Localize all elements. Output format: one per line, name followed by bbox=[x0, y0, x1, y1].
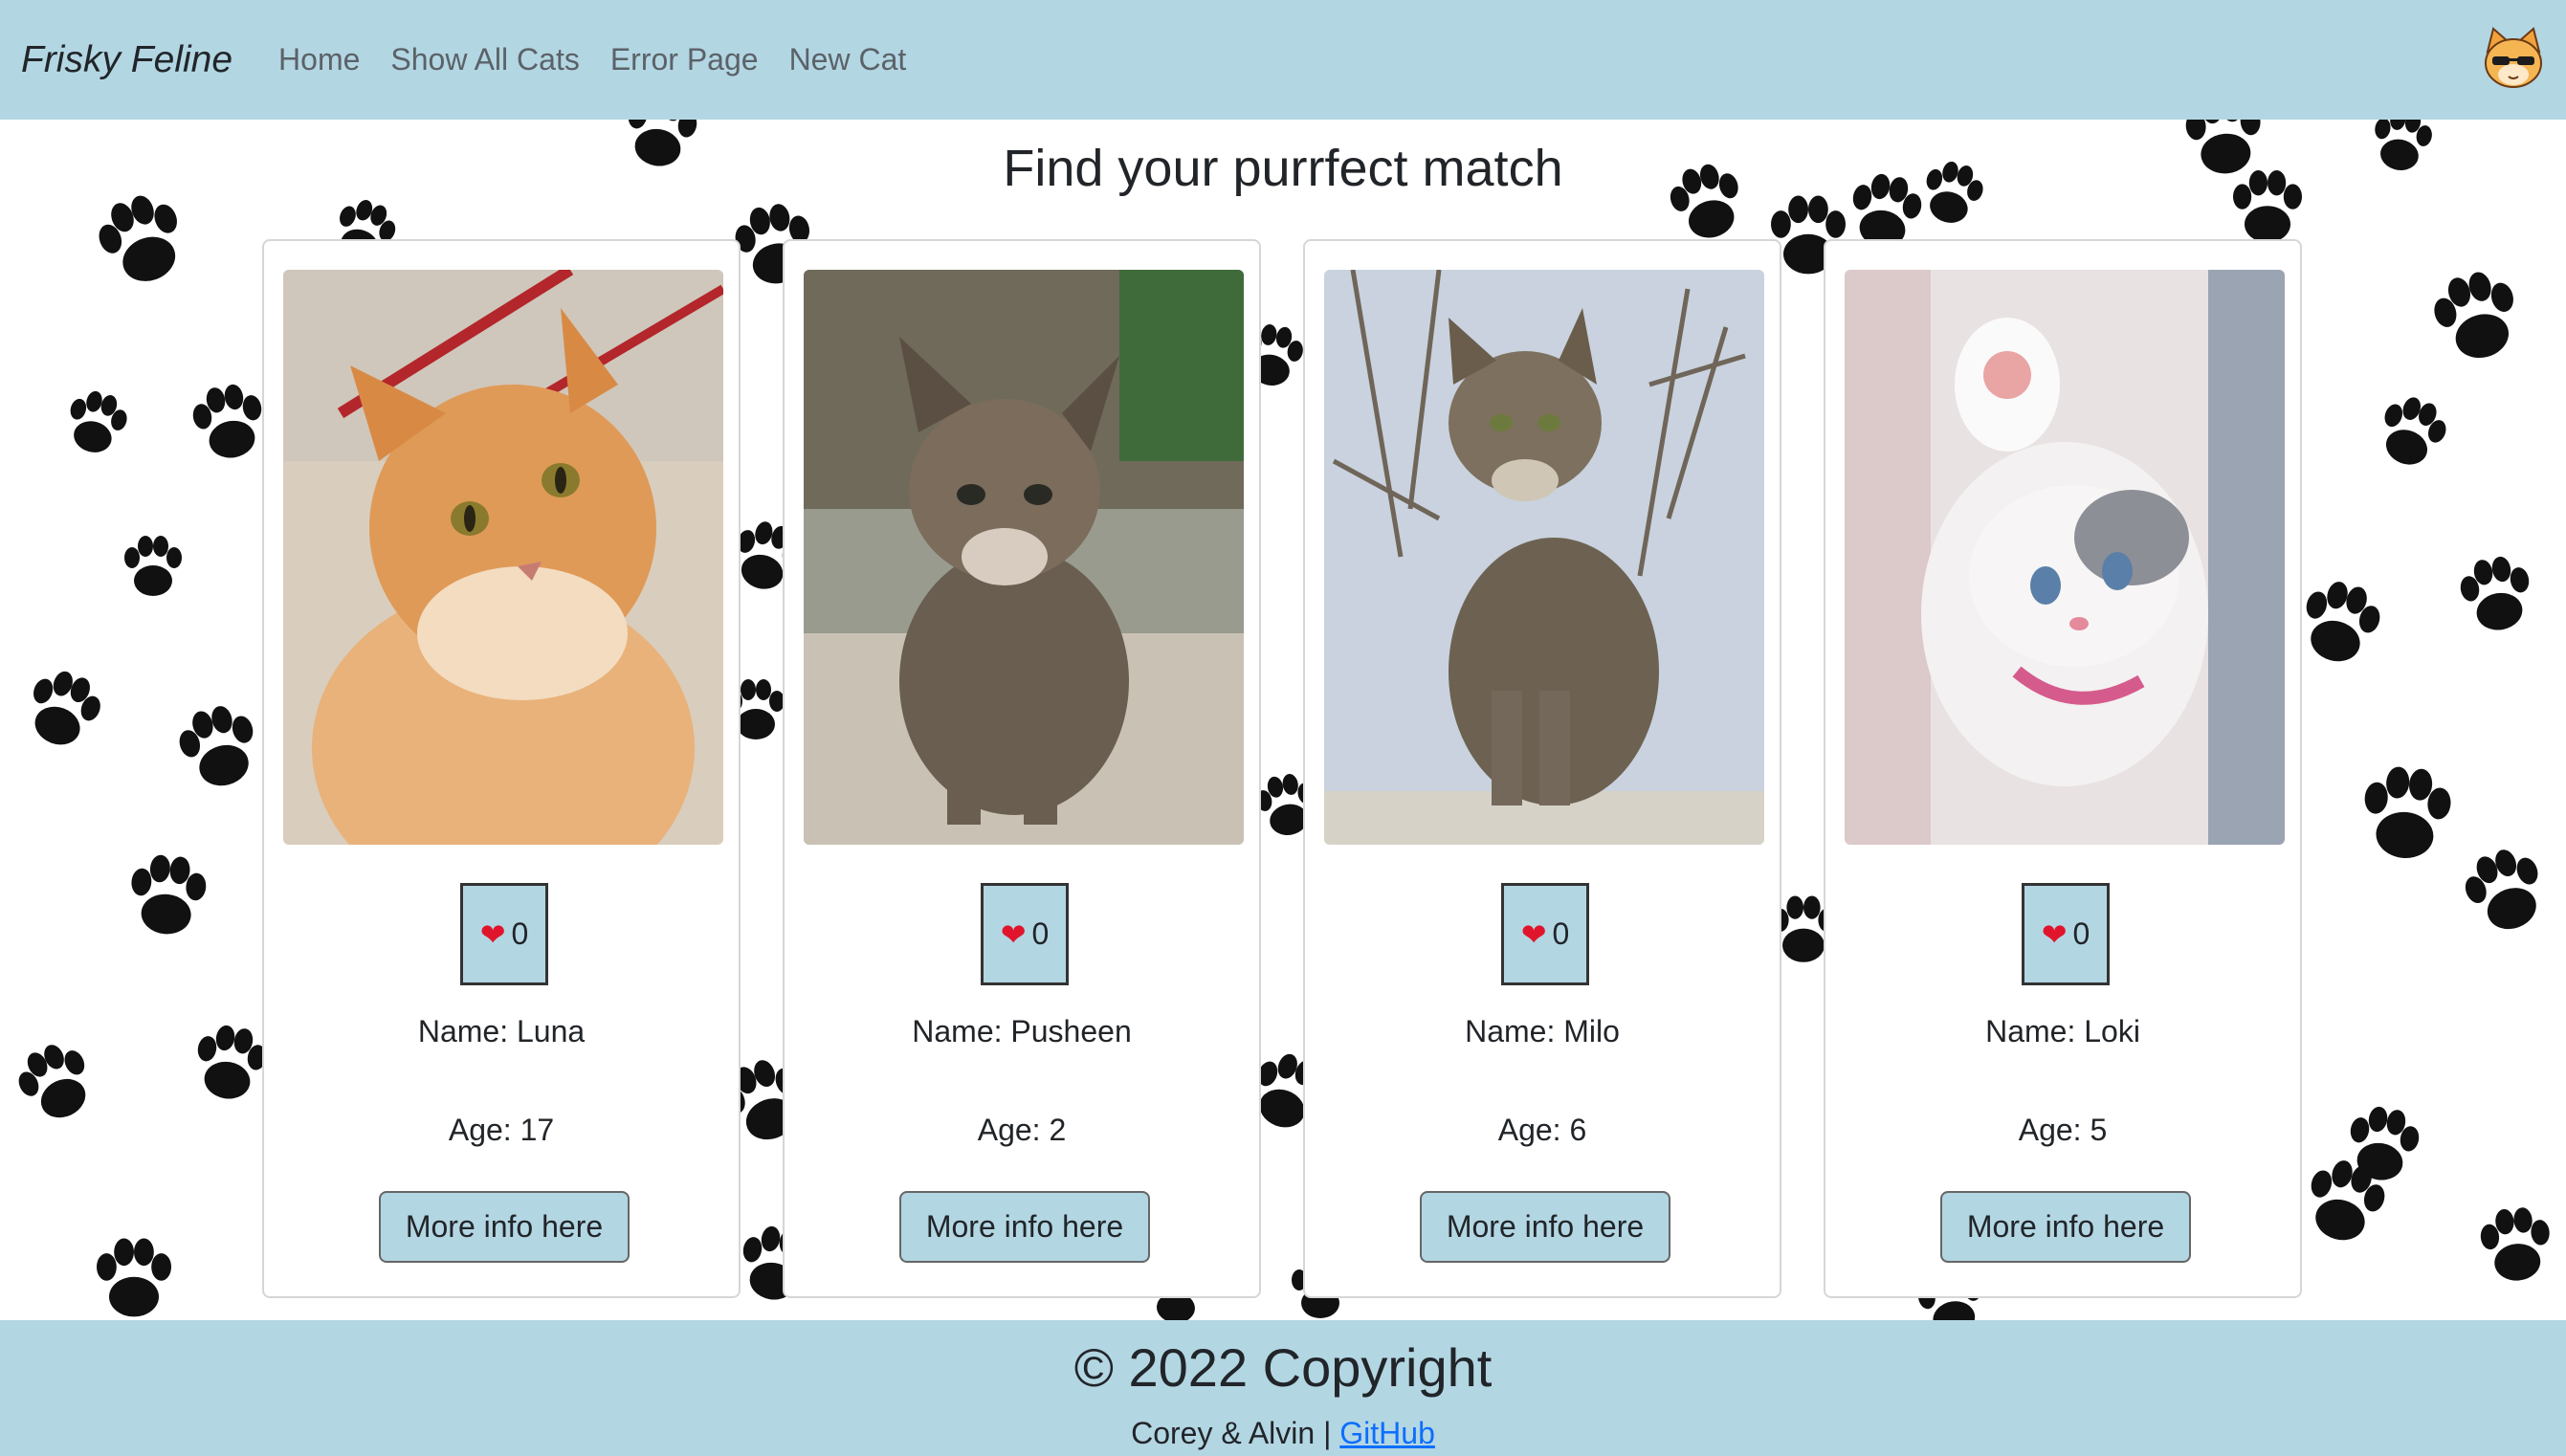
like-button[interactable]: ❤ 0 bbox=[1501, 883, 1589, 985]
github-link[interactable]: GitHub bbox=[1339, 1416, 1435, 1450]
cat-age: Age: 2 bbox=[977, 1113, 1067, 1147]
cat-age: Age: 5 bbox=[2018, 1113, 2108, 1147]
page-heading: Find your purrfect match bbox=[1003, 140, 1563, 197]
navbar: Frisky Feline Home Show All Cats Error P… bbox=[0, 0, 2566, 120]
like-button[interactable]: ❤ 0 bbox=[2022, 883, 2110, 985]
nav-link-error-page[interactable]: Error Page bbox=[610, 42, 759, 77]
cat-name: Name: Pusheen bbox=[912, 1014, 1132, 1048]
cat-photo bbox=[804, 270, 1244, 845]
nav-link-show-all-cats[interactable]: Show All Cats bbox=[390, 42, 579, 77]
more-info-button[interactable]: More info here bbox=[1940, 1191, 2191, 1263]
cat-photo bbox=[1324, 270, 1764, 845]
nav-link-new-cat[interactable]: New Cat bbox=[789, 42, 907, 77]
cat-card-loki: ❤ 0 Name: Loki Age: 5 More info here bbox=[1824, 239, 2302, 1298]
footer-authors: Corey & Alvin | bbox=[1131, 1416, 1332, 1450]
heart-icon: ❤ bbox=[1000, 916, 1027, 952]
heart-icon: ❤ bbox=[2041, 916, 2068, 952]
cat-age: Age: 17 bbox=[448, 1113, 555, 1147]
heart-icon: ❤ bbox=[1520, 916, 1547, 952]
more-info-button[interactable]: More info here bbox=[1420, 1191, 1670, 1263]
cat-name: Name: Luna bbox=[417, 1014, 586, 1048]
cat-age: Age: 6 bbox=[1497, 1113, 1587, 1147]
brand-link[interactable]: Frisky Feline bbox=[21, 39, 232, 81]
cat-card-luna: ❤ 0 Name: Luna Age: 17 More info here bbox=[262, 239, 741, 1298]
cat-card-milo: ❤ 0 Name: Milo Age: 6 More info here bbox=[1303, 239, 1781, 1298]
cat-photo bbox=[1845, 270, 2285, 845]
more-info-button[interactable]: More info here bbox=[379, 1191, 630, 1263]
nav-link-home[interactable]: Home bbox=[278, 42, 360, 77]
more-info-button[interactable]: More info here bbox=[899, 1191, 1150, 1263]
cat-photo bbox=[283, 270, 723, 845]
footer-credits: Corey & Alvin | GitHub bbox=[0, 1416, 2566, 1451]
cat-card-list: ❤ 0 Name: Luna Age: 17 More info here ❤ … bbox=[0, 239, 2566, 1301]
cool-cat-avatar-icon[interactable] bbox=[2480, 25, 2547, 92]
like-button[interactable]: ❤ 0 bbox=[460, 883, 548, 985]
like-count: 0 bbox=[511, 916, 529, 951]
like-count: 0 bbox=[1031, 916, 1050, 951]
cat-card-pusheen: ❤ 0 Name: Pusheen Age: 2 More info here bbox=[783, 239, 1261, 1298]
cat-name: Name: Loki bbox=[1985, 1014, 2140, 1048]
footer: © 2022 Copyright Corey & Alvin | GitHub bbox=[0, 1320, 2566, 1456]
like-button[interactable]: ❤ 0 bbox=[981, 883, 1069, 985]
cat-name: Name: Milo bbox=[1465, 1014, 1620, 1048]
like-count: 0 bbox=[1552, 916, 1570, 951]
like-count: 0 bbox=[2072, 916, 2090, 951]
footer-copyright: © 2022 Copyright bbox=[1073, 1337, 1493, 1398]
heart-icon: ❤ bbox=[479, 916, 506, 952]
